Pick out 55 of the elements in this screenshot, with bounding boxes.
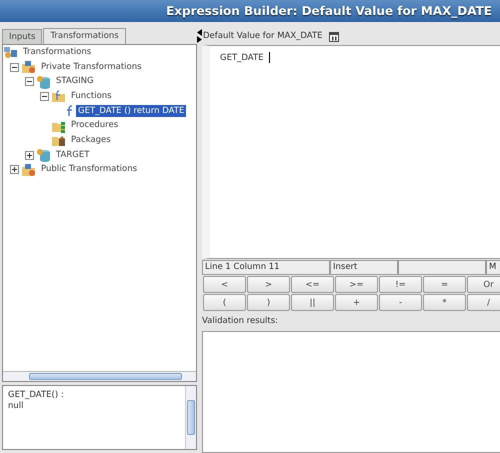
status-field: M: [486, 260, 500, 275]
scrollbar-thumb[interactable]: [187, 400, 195, 435]
description-text: null: [8, 401, 24, 412]
collapse-icon[interactable]: [10, 62, 19, 72]
tab[interactable]: Transformations: [43, 28, 126, 44]
window-title: Expression Builder: Default Value for MAX_DATE: [166, 3, 492, 20]
operator-button[interactable]: /: [467, 294, 500, 311]
operator-button[interactable]: =: [423, 276, 466, 293]
description-text: GET_DATE() :: [8, 390, 65, 401]
database-icon: [36, 148, 52, 162]
operator-button[interactable]: >: [247, 276, 290, 293]
tree-item[interactable]: Packages: [69, 134, 113, 147]
expand-icon[interactable]: [10, 165, 19, 174]
collapse-icon[interactable]: [25, 77, 34, 86]
tree-item[interactable]: Functions: [69, 90, 114, 103]
operator-button[interactable]: <=: [291, 276, 334, 293]
operator-button[interactable]: +: [335, 294, 378, 311]
text-cursor: [268, 52, 270, 63]
status-field: Insert: [330, 260, 398, 275]
package-folder-icon: [51, 133, 67, 148]
operator-button[interactable]: !=: [379, 276, 422, 293]
operator-button[interactable]: *: [423, 294, 466, 311]
database-icon: [36, 74, 52, 89]
calendar-icon[interactable]: [328, 32, 339, 42]
tree-item[interactable]: TARGET: [54, 148, 92, 162]
operator-button[interactable]: (: [203, 294, 246, 311]
operator-button[interactable]: ): [247, 294, 290, 311]
tree-item[interactable]: Public Transformations: [39, 163, 140, 176]
collapse-icon[interactable]: [40, 92, 49, 101]
folder-icon: [21, 162, 37, 177]
function-folder-icon: [51, 89, 67, 104]
validation-label: Validation results:: [202, 314, 278, 328]
status-field: Line 1 Column 11: [202, 260, 330, 275]
expression-editor[interactable]: GET_DATE: [202, 45, 500, 259]
tab[interactable]: Inputs: [2, 29, 42, 44]
operator-button[interactable]: Or: [467, 276, 500, 293]
tree-item[interactable]: Private Transformations: [39, 60, 144, 74]
tree-item[interactable]: Transformations: [21, 46, 94, 59]
expand-icon[interactable]: [25, 150, 34, 160]
function-icon: [66, 104, 74, 118]
tree-item[interactable]: STAGING: [54, 75, 96, 88]
transform-icon: [3, 45, 19, 60]
vertical-scrollbar[interactable]: [185, 386, 196, 449]
operator-button[interactable]: <: [203, 276, 246, 293]
tree-item[interactable]: GET_DATE () return DATE: [76, 104, 186, 118]
scrollbar-thumb[interactable]: [29, 373, 182, 380]
operator-button[interactable]: -: [379, 294, 422, 311]
folder-icon: [21, 60, 37, 74]
operator-button[interactable]: ||: [291, 294, 334, 311]
expression-text: GET_DATE: [220, 52, 264, 65]
horizontal-scrollbar[interactable]: [3, 371, 196, 381]
tree-item[interactable]: Procedures: [69, 119, 120, 132]
operator-button[interactable]: >=: [335, 276, 378, 293]
editor-label: Default Value for MAX_DATE: [203, 30, 323, 43]
collapse-arrow-icon[interactable]: [197, 29, 202, 43]
